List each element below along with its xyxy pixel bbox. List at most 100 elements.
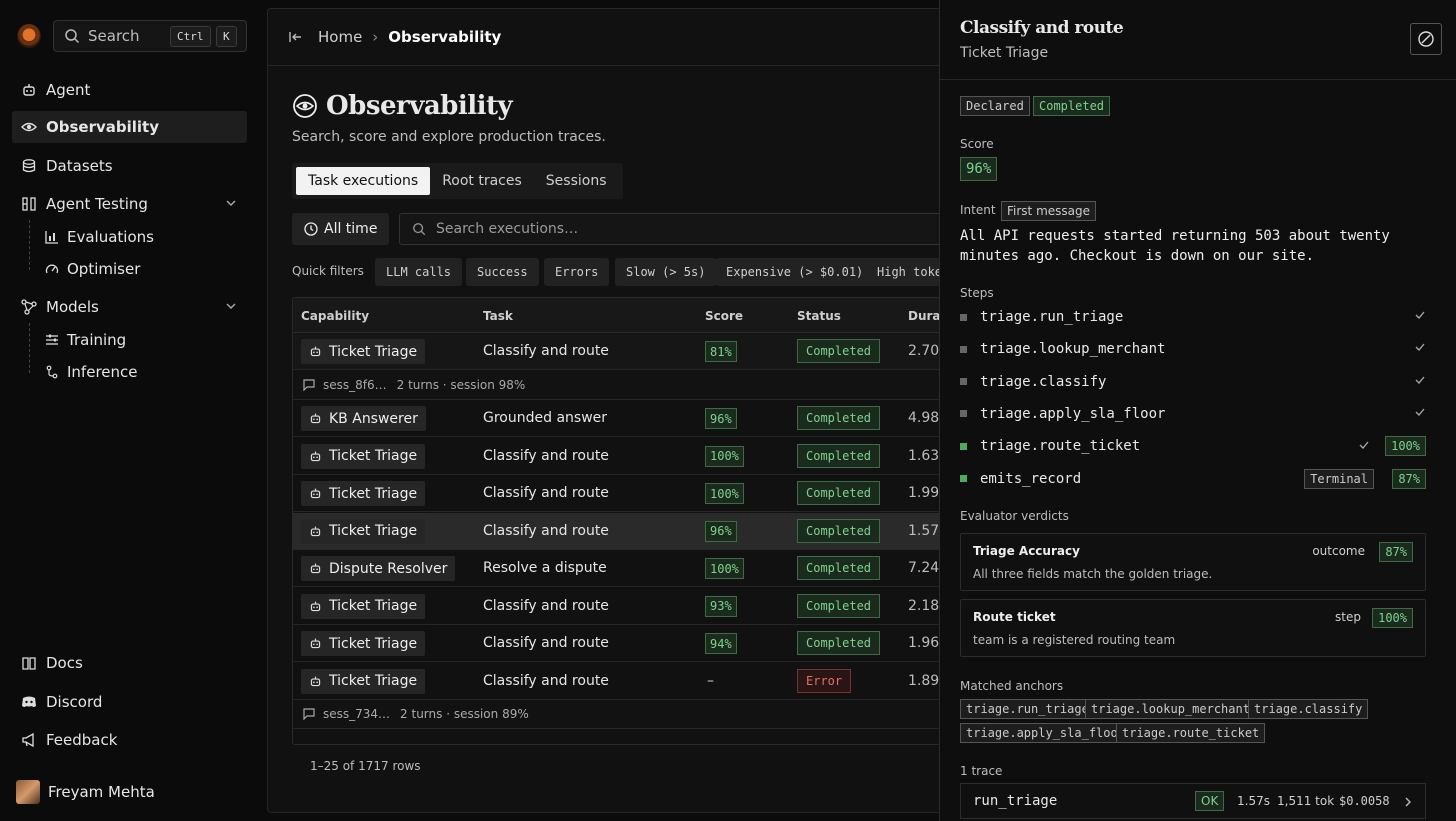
nav-training-label: Training <box>67 331 127 349</box>
capability-chip[interactable]: Ticket Triage <box>301 631 426 656</box>
nav-feedback[interactable]: Feedback <box>12 724 247 756</box>
step-item[interactable]: triage.classify <box>960 370 1426 394</box>
verdict-card[interactable]: Route ticket step 100% team is a registe… <box>960 599 1426 657</box>
nav-training[interactable]: Training <box>45 327 126 353</box>
step-status-dot <box>960 475 967 482</box>
quick-filter-llm-calls[interactable]: LLM calls <box>375 258 463 286</box>
nav-observability[interactable]: Observability <box>12 111 247 143</box>
verdict-card[interactable]: Triage Accuracy outcome 87% All three fi… <box>960 533 1426 591</box>
open-external-button[interactable] <box>1410 23 1442 55</box>
nav-feedback-label: Feedback <box>46 731 118 749</box>
quick-filter-slow[interactable]: Slow (> 5s) <box>615 258 717 286</box>
col-status[interactable]: Status <box>797 309 841 323</box>
tab-root-traces[interactable]: Root traces <box>430 167 534 195</box>
nav-discord[interactable]: Discord <box>12 686 247 718</box>
intent-tag: First message <box>1001 201 1096 221</box>
nav-inference[interactable]: Inference <box>45 359 138 385</box>
tab-sessions[interactable]: Sessions <box>534 167 619 195</box>
quick-filter-success[interactable]: Success <box>466 258 539 286</box>
nav-datasets-label: Datasets <box>46 157 113 175</box>
quick-filter-expensive[interactable]: Expensive (> $0.01) <box>715 258 875 286</box>
chevron-down-icon[interactable] <box>225 300 237 312</box>
table-row[interactable]: Ticket Triage Classify and route 96% Comple… <box>293 512 991 550</box>
score-badge: 100% <box>705 483 744 504</box>
capability-chip[interactable]: Ticket Triage <box>301 518 426 544</box>
capability-chip[interactable]: Ticket Triage <box>301 339 426 364</box>
trace-cost: $0.0058 <box>1339 794 1390 808</box>
app-logo[interactable] <box>17 24 41 48</box>
capability-label: Ticket Triage <box>329 598 418 614</box>
verdict-score: 100% <box>1372 608 1413 628</box>
task-cell: Classify and route <box>483 597 609 614</box>
capability-chip[interactable]: Ticket Triage <box>301 668 426 694</box>
nav-datasets[interactable]: Datasets <box>12 150 247 182</box>
verdict-desc: All three fields match the golden triage… <box>973 567 1213 581</box>
table-row[interactable]: KB Answerer Grounded answer 96% Completed 4.… <box>293 400 991 437</box>
anchor-tag[interactable]: triage.classify <box>1248 699 1369 719</box>
session-row[interactable]: sess_734… 2 turns · session 89% <box>293 700 991 729</box>
nav-docs[interactable]: Docs <box>12 647 247 679</box>
duration-cell: 7.24 <box>908 560 940 576</box>
sliders-icon <box>45 333 59 347</box>
anchor-tag[interactable]: triage.run_triage <box>960 699 1095 719</box>
capability-chip[interactable]: Ticket Triage <box>301 593 426 619</box>
user-menu[interactable]: Freyam Mehta <box>16 780 155 804</box>
breadcrumb-home[interactable]: Home <box>318 28 362 46</box>
session-row[interactable]: sess_8f6… 2 turns · session 98% <box>293 370 991 400</box>
table-row[interactable]: Dispute Resolver Resolve a dispute 100% Com… <box>293 550 991 587</box>
step-item[interactable]: emits_record Terminal 87% <box>960 467 1426 491</box>
quick-filter-errors[interactable]: Errors <box>544 258 610 286</box>
table-row[interactable]: Ticket Triage Classify and route – Error 1.8… <box>293 663 991 700</box>
detail-panel: Classify and route Ticket Triage Declare… <box>939 0 1456 821</box>
step-status-dot <box>960 345 967 353</box>
table-row[interactable]: Ticket Triage Classify and route 100% Compl… <box>293 438 991 475</box>
capability-chip[interactable]: Dispute Resolver <box>301 556 456 581</box>
score-badge: 96% <box>960 157 998 181</box>
eye-icon <box>21 119 37 135</box>
col-task[interactable]: Task <box>483 309 513 323</box>
step-item[interactable]: triage.apply_sla_floor <box>960 402 1426 426</box>
score-badge: 96% <box>705 408 737 429</box>
anchor-tag[interactable]: triage.apply_sla_floor <box>960 723 1131 743</box>
session-id: sess_8f6… <box>323 377 387 392</box>
chevron-down-icon[interactable] <box>225 197 237 209</box>
capability-chip[interactable]: Ticket Triage <box>301 443 426 469</box>
intent-label: Intent <box>960 203 996 217</box>
score-badge: 100% <box>705 558 744 579</box>
page-title: Observability <box>292 91 513 121</box>
step-item[interactable]: triage.lookup_merchant <box>960 337 1426 361</box>
step-item[interactable]: triage.run_triage <box>960 305 1426 329</box>
page-subtitle: Search, score and explore production tra… <box>292 129 606 145</box>
step-item[interactable]: triage.route_ticket 100% <box>960 434 1426 458</box>
trace-tokens: 1,511 tok <box>1277 794 1335 808</box>
search-label: Search <box>88 27 140 45</box>
col-score[interactable]: Score <box>705 309 743 323</box>
table-row[interactable]: Ticket Triage Classify and route 81% Comple… <box>293 333 991 370</box>
verdicts-label: Evaluator verdicts <box>960 509 1069 523</box>
step-score: 87% <box>1392 468 1426 489</box>
tab-task-executions[interactable]: Task executions <box>296 167 431 195</box>
global-search[interactable]: Search Ctrl K <box>53 20 247 52</box>
table-row[interactable]: Ticket Triage Classify and route 100% Compl… <box>293 475 991 512</box>
col-capability[interactable]: Capability <box>301 309 369 323</box>
nav-evaluations[interactable]: Evaluations <box>45 224 154 250</box>
anchor-tag[interactable]: triage.lookup_merchant <box>1085 699 1256 719</box>
duration-cell: 4.98 <box>908 410 940 426</box>
terminal-tag: Terminal <box>1304 468 1374 489</box>
branch-icon <box>45 365 59 379</box>
anchor-tag[interactable]: triage.route_ticket <box>1116 723 1266 743</box>
trace-row[interactable]: run_triage OK 1.57s 1,511 tok $0.0058 <box>960 783 1426 819</box>
table-row[interactable]: Ticket Triage Classify and route 94% Comple… <box>293 625 991 662</box>
nav-models[interactable]: Models <box>12 291 247 323</box>
collapse-sidebar-icon[interactable] <box>288 29 304 45</box>
nav-optimiser[interactable]: Optimiser <box>45 256 140 282</box>
capability-chip[interactable]: KB Answerer <box>301 406 426 431</box>
task-cell: Classify and route <box>483 343 609 359</box>
nav-agent-testing[interactable]: Agent Testing <box>12 188 247 220</box>
table-row[interactable]: Ticket Triage Classify and route 93% Comple… <box>293 588 991 625</box>
executions-search-input[interactable]: Search executions… <box>399 213 959 245</box>
step-score: 100% <box>1385 436 1426 457</box>
time-filter-button[interactable]: All time <box>292 213 390 245</box>
nav-agent[interactable]: Agent <box>12 74 247 106</box>
capability-chip[interactable]: Ticket Triage <box>301 481 426 506</box>
